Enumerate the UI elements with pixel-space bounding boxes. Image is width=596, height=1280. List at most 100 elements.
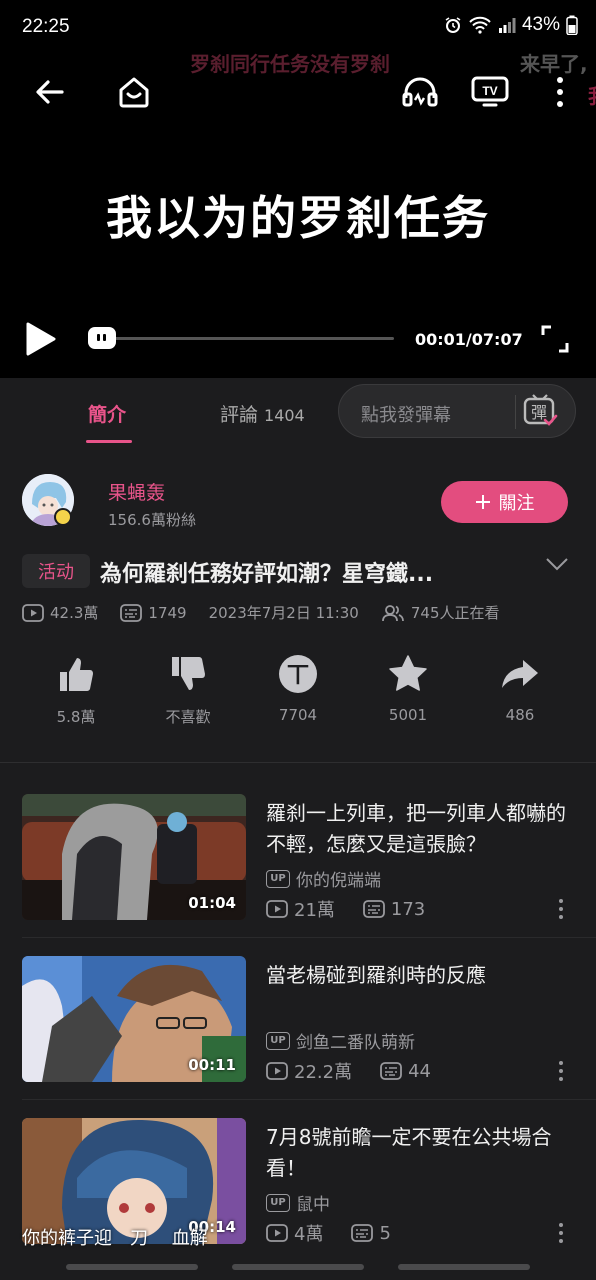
more-vertical-icon (559, 899, 563, 919)
tab-intro[interactable]: 簡介 (88, 400, 126, 427)
rec-danmaku-count: 44 (408, 1060, 431, 1082)
playback-time: 00:01/07:07 (415, 330, 523, 349)
cast-tv-button[interactable]: TV (470, 72, 510, 112)
follow-label: 關注 (498, 493, 535, 514)
watching-count: 745人正在看 (410, 604, 500, 622)
dislike-label: 不喜歡 (165, 708, 211, 726)
tv-icon: TV (471, 76, 509, 107)
more-options-button[interactable] (556, 1222, 566, 1244)
svg-text:TV: TV (482, 84, 497, 98)
rec-views-count: 22.2萬 (294, 1062, 353, 1083)
tab-comments-label: 評論 (220, 404, 259, 426)
coin-button[interactable]: 丅 7704 (258, 654, 338, 724)
verified-badge-icon (54, 508, 72, 526)
uploader-name[interactable]: 果蝇轰 (108, 478, 165, 505)
nav-recent-apps[interactable] (66, 1264, 198, 1270)
rec-views-count: 21萬 (294, 900, 335, 921)
uploader-fans: 156.6萬粉絲 (108, 511, 196, 529)
dislike-button[interactable]: 不喜歡 (148, 654, 228, 727)
danmaku-comment: 罗刹同行任务没有罗刹 (190, 52, 390, 76)
like-count: 5.8萬 (56, 708, 96, 726)
rec-danmaku-count: 5 (379, 1222, 391, 1244)
back-button[interactable] (30, 72, 70, 112)
list-item[interactable]: 00:14 7月8號前瞻一定不要在公共場合看！ UP 鼠中 4萬 5 (0, 1118, 596, 1280)
danmaku-input[interactable]: 點我發彈幕 彈 (338, 384, 576, 438)
progress-handle[interactable] (88, 327, 116, 349)
rec-video-title: 7月8號前瞻一定不要在公共場合看！ (266, 1125, 552, 1180)
rec-views: 21萬 (266, 896, 335, 922)
list-item[interactable]: 00:11 當老楊碰到羅刹時的反應 UP 剑鱼二番队萌新 22.2萬 44 (0, 956, 596, 1118)
expand-button[interactable] (545, 556, 569, 572)
action-bar: 5.8萬 不喜歡 丅 7704 5001 486 (0, 654, 596, 734)
share-button[interactable]: 486 (480, 654, 560, 724)
item-divider (22, 1099, 596, 1100)
tab-bar: 簡介 評論 1404 點我發彈幕 彈 (0, 378, 596, 450)
play-count-icon (266, 1224, 288, 1242)
favorite-button[interactable]: 5001 (368, 654, 448, 724)
more-vertical-icon (557, 77, 563, 107)
watching-stat: 745人正在看 (381, 602, 500, 623)
follow-button[interactable]: 關注 (441, 481, 568, 523)
chevron-down-icon (546, 558, 568, 571)
rec-uploader-name: 你的倪端端 (296, 871, 381, 891)
like-button[interactable]: 5.8萬 (36, 654, 116, 727)
video-duration: 00:11 (188, 1056, 236, 1074)
activity-tag[interactable]: 活动 (22, 554, 90, 588)
tab-active-indicator (86, 440, 132, 443)
more-vertical-icon (559, 1223, 563, 1243)
rec-uploader-name: 剑鱼二番队萌新 (296, 1033, 415, 1053)
nav-home[interactable] (232, 1264, 364, 1270)
danmaku-count: 1749 (148, 603, 187, 622)
views-count: 42.3萬 (50, 604, 99, 622)
share-count: 486 (505, 706, 535, 724)
rec-uploader: UP 鼠中 (266, 1190, 330, 1215)
audio-mode-button[interactable] (400, 72, 440, 112)
video-thumbnail[interactable]: 01:04 (22, 794, 246, 920)
plus-icon (475, 495, 490, 509)
tab-comments[interactable]: 評論 1404 (220, 400, 305, 427)
danmaku-comment: 我 (588, 80, 596, 109)
danmaku-stat: 1749 (120, 603, 187, 622)
home-button[interactable] (114, 72, 154, 112)
up-badge-icon: UP (266, 869, 290, 888)
alarm-icon (444, 16, 462, 34)
danmaku-icon: 彈 (523, 394, 558, 426)
headphones-icon (402, 77, 438, 107)
video-subtitle-text: 我以为的罗刹任务 (106, 191, 490, 245)
more-options-button[interactable] (556, 898, 566, 920)
video-player[interactable]: 罗刹同行任务没有罗刹 来早了, 我 TV 我以为的罗刹任务 00:01/07:0… (0, 40, 596, 378)
play-button[interactable] (22, 320, 58, 358)
rec-video-title: 羅刹一上列車，把一列車人都嚇的不輕，怎麼又是這張臉？ (266, 801, 566, 856)
arrow-left-icon (36, 80, 64, 104)
danmaku-toggle-button[interactable]: 彈 (521, 392, 559, 430)
progress-bar[interactable] (100, 337, 394, 340)
up-badge-icon: UP (266, 1193, 290, 1212)
video-thumbnail[interactable]: 00:11 (22, 956, 246, 1082)
danmaku-placeholder: 點我發彈幕 (361, 405, 451, 426)
list-item[interactable]: 01:04 羅刹一上列車，把一列車人都嚇的不輕，怎麼又是這張臉？ UP 你的倪端… (0, 794, 596, 956)
coin-icon: 丅 (279, 655, 317, 693)
comments-count: 1404 (264, 406, 305, 425)
more-options-button[interactable] (540, 72, 580, 112)
fullscreen-icon (541, 325, 569, 353)
publish-date: 2023年7月2日 11:30 (208, 604, 359, 622)
star-icon (389, 655, 427, 691)
rec-danmaku: 44 (380, 1061, 431, 1082)
thumbs-down-icon (172, 657, 205, 690)
views-stat: 42.3萬 (22, 602, 98, 623)
signal-icon (498, 16, 516, 34)
rec-danmaku-count: 173 (390, 898, 426, 920)
more-options-button[interactable] (556, 1060, 566, 1082)
coin-icon-char: 丅 (287, 663, 309, 688)
rec-uploader: UP 剑鱼二番队萌新 (266, 1028, 415, 1053)
status-icons: 43% (444, 14, 578, 36)
item-divider (22, 937, 596, 938)
app-screen: 22:25 43% 罗刹同行任务没有罗刹 来早了, 我 (0, 0, 596, 1280)
play-icon (26, 322, 56, 356)
floating-subtitle: 你的裤子迎 刀 血解 (22, 1228, 208, 1249)
nav-back[interactable] (398, 1264, 530, 1270)
fullscreen-button[interactable] (540, 324, 570, 354)
rec-uploader-name: 鼠中 (296, 1195, 330, 1215)
rec-danmaku: 5 (351, 1222, 391, 1244)
danmaku-count-icon (351, 1224, 374, 1242)
